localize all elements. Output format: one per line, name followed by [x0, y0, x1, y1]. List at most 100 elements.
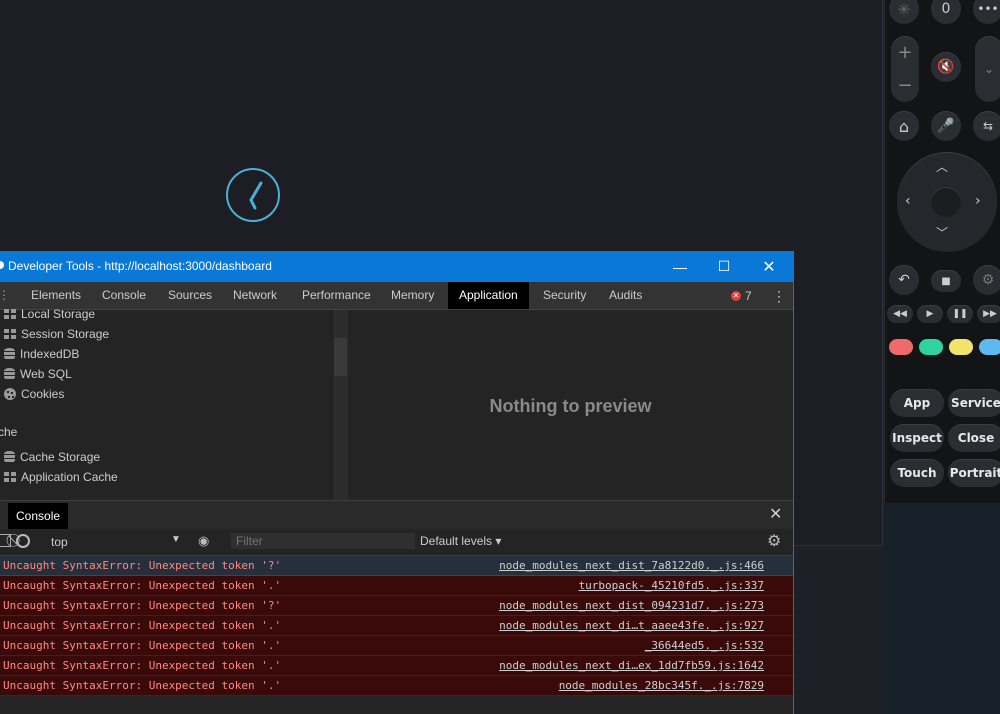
console-error-row[interactable]: Uncaught SyntaxError: Unexpected token '…	[0, 576, 793, 596]
mute-button[interactable]: 🔇	[931, 52, 961, 82]
tab-audits[interactable]: Audits	[601, 282, 650, 309]
tab-application[interactable]: Application	[448, 282, 529, 309]
pause-button[interactable]: ❚❚	[947, 305, 973, 323]
dock-menu-icon[interactable]: ⋮	[0, 288, 10, 302]
dpad-ok-button[interactable]	[931, 187, 961, 217]
sidebar-item-local-storage[interactable]: Local Storage	[4, 306, 95, 322]
sidebar-scrollbar-thumb[interactable]	[334, 338, 347, 376]
channel-rocker[interactable]: ⌄	[975, 36, 1000, 102]
tab-sources[interactable]: Sources	[160, 282, 220, 309]
window-title: Developer Tools - http://localhost:3000/…	[8, 259, 272, 273]
back-button[interactable]: ↶	[889, 265, 919, 295]
devtools-window: Developer Tools - http://localhost:3000/…	[0, 251, 794, 714]
drawer-close-icon[interactable]: ✕	[769, 504, 782, 523]
log-levels-dropdown[interactable]: Default levels ▾	[420, 534, 501, 548]
zero-label: 0	[941, 1, 951, 17]
error-counter[interactable]: ✕ 7	[731, 289, 752, 303]
tab-memory[interactable]: Memory	[383, 282, 442, 309]
app-button[interactable]: App	[890, 389, 944, 417]
sidebar-item-label: Application Cache	[21, 470, 118, 484]
settings-button[interactable]: ⚙	[973, 265, 1000, 295]
cookie-icon	[4, 388, 16, 400]
database-icon	[4, 451, 15, 463]
console-settings-gear-icon[interactable]: ⚙	[767, 531, 781, 551]
home-button[interactable]: ⌂	[889, 111, 919, 141]
console-error-row[interactable]: Uncaught SyntaxError: Unexpected token '…	[0, 556, 793, 576]
sidebar-item-web-sql[interactable]: Web SQL	[4, 366, 72, 382]
close-button[interactable]: ✕	[746, 251, 792, 282]
service-button[interactable]: Service	[948, 389, 1000, 417]
tab-performance[interactable]: Performance	[294, 282, 379, 309]
play-icon: ▶	[926, 309, 934, 319]
more-button[interactable]: •••	[973, 0, 1000, 24]
minimize-button[interactable]: —	[657, 251, 703, 282]
preview-pane: Nothing to preview	[348, 310, 793, 500]
inspect-button[interactable]: Inspect	[890, 424, 944, 452]
close-icon: ✕	[762, 258, 776, 276]
error-message: Uncaught SyntaxError: Unexpected token '…	[3, 559, 282, 572]
input-button[interactable]: ⇆	[973, 111, 1000, 141]
yellow-button[interactable]	[949, 339, 973, 355]
dpad-up-icon[interactable]: ︿	[936, 158, 948, 175]
more-options-icon[interactable]: ⋮	[772, 288, 786, 305]
portrait-button[interactable]: Portrait	[948, 459, 1000, 487]
sidebar-item-application-cache[interactable]: Application Cache	[4, 469, 118, 485]
storage-grid-icon	[4, 329, 16, 339]
console-error-row[interactable]: Uncaught SyntaxError: Unexpected token '…	[0, 636, 793, 656]
error-source-link[interactable]: node_modules_28bc345f._.js:7829	[559, 679, 764, 692]
volume-rocker[interactable]: + −	[891, 36, 919, 102]
maximize-icon: ☐	[717, 258, 731, 274]
dpad-down-icon[interactable]: ﹀	[936, 224, 948, 241]
error-source-link[interactable]: _36644ed5._.js:532	[645, 639, 764, 652]
console-error-row[interactable]: Uncaught SyntaxError: Unexpected token '…	[0, 676, 793, 696]
error-source-link[interactable]: node_modules_next_di…t_aaee43fe._.js:927	[499, 619, 764, 632]
sidebar-item-cache-storage[interactable]: Cache Storage	[4, 449, 100, 465]
error-source-link[interactable]: node_modules_next_di…ex_1dd7fb59.js:1642	[499, 659, 764, 672]
stop-button[interactable]: ■	[931, 270, 961, 292]
red-button[interactable]	[889, 339, 913, 355]
sidebar-item-label: Web SQL	[20, 367, 72, 381]
error-source-link[interactable]: node_modules_next_dist_7a8122d0._.js:466	[499, 559, 764, 572]
tab-security[interactable]: Security	[535, 282, 594, 309]
devtools-titlebar[interactable]: Developer Tools - http://localhost:3000/…	[0, 251, 793, 282]
sidebar-toggle-icon[interactable]	[0, 534, 11, 547]
zero-button[interactable]: 0	[931, 0, 961, 24]
microphone-icon: 🎤	[937, 118, 955, 134]
console-error-row[interactable]: Uncaught SyntaxError: Unexpected token '…	[0, 656, 793, 676]
asterisk-button[interactable]: ✳	[889, 0, 919, 24]
sidebar-item-indexeddb[interactable]: IndexedDB	[4, 346, 79, 362]
fast-forward-button[interactable]: ▶▶	[977, 305, 1000, 323]
dpad-right-icon[interactable]: ›	[975, 193, 981, 209]
error-source-link[interactable]: node_modules_next_dist_094231d7._.js:273	[499, 599, 764, 612]
rewind-icon: ◀◀	[893, 309, 907, 319]
sidebar-item-session-storage[interactable]: Session Storage	[4, 326, 109, 342]
devtools-app-icon	[0, 261, 4, 269]
sidebar-item-label: Cache Storage	[20, 450, 101, 464]
sidebar-item-label: IndexedDB	[20, 347, 80, 361]
error-source-link[interactable]: turbopack-_45210fd5._.js:337	[579, 579, 764, 592]
sidebar-item-label: Cookies	[21, 387, 65, 401]
microphone-button[interactable]: 🎤	[931, 111, 961, 141]
storage-grid-icon	[4, 309, 16, 319]
maximize-button[interactable]: ☐	[701, 251, 747, 282]
context-selector[interactable]: top ▼	[41, 532, 183, 552]
console-error-row[interactable]: Uncaught SyntaxError: Unexpected token '…	[0, 616, 793, 636]
tab-network[interactable]: Network	[225, 282, 285, 309]
blue-button[interactable]	[979, 339, 1000, 355]
drawer-tab-console[interactable]: Console	[8, 503, 69, 529]
clear-console-circle	[16, 534, 30, 548]
sidebar-item-cookies[interactable]: Cookies	[4, 386, 64, 402]
error-message: Uncaught SyntaxError: Unexpected token '…	[3, 619, 282, 632]
console-error-row[interactable]: Uncaught SyntaxError: Unexpected token '…	[0, 596, 793, 616]
close-remote-button[interactable]: Close	[948, 424, 1000, 452]
touch-button[interactable]: Touch	[890, 459, 944, 487]
rewind-button[interactable]: ◀◀	[887, 305, 913, 323]
filter-input[interactable]	[231, 533, 415, 549]
play-button[interactable]: ▶	[917, 305, 943, 323]
eye-icon[interactable]: ◉	[198, 533, 209, 549]
preview-message: Nothing to preview	[489, 396, 652, 416]
tab-console[interactable]: Console	[94, 282, 154, 309]
dpad-left-icon[interactable]: ‹	[905, 193, 911, 209]
green-button[interactable]	[919, 339, 943, 355]
tab-elements[interactable]: Elements	[23, 282, 89, 309]
